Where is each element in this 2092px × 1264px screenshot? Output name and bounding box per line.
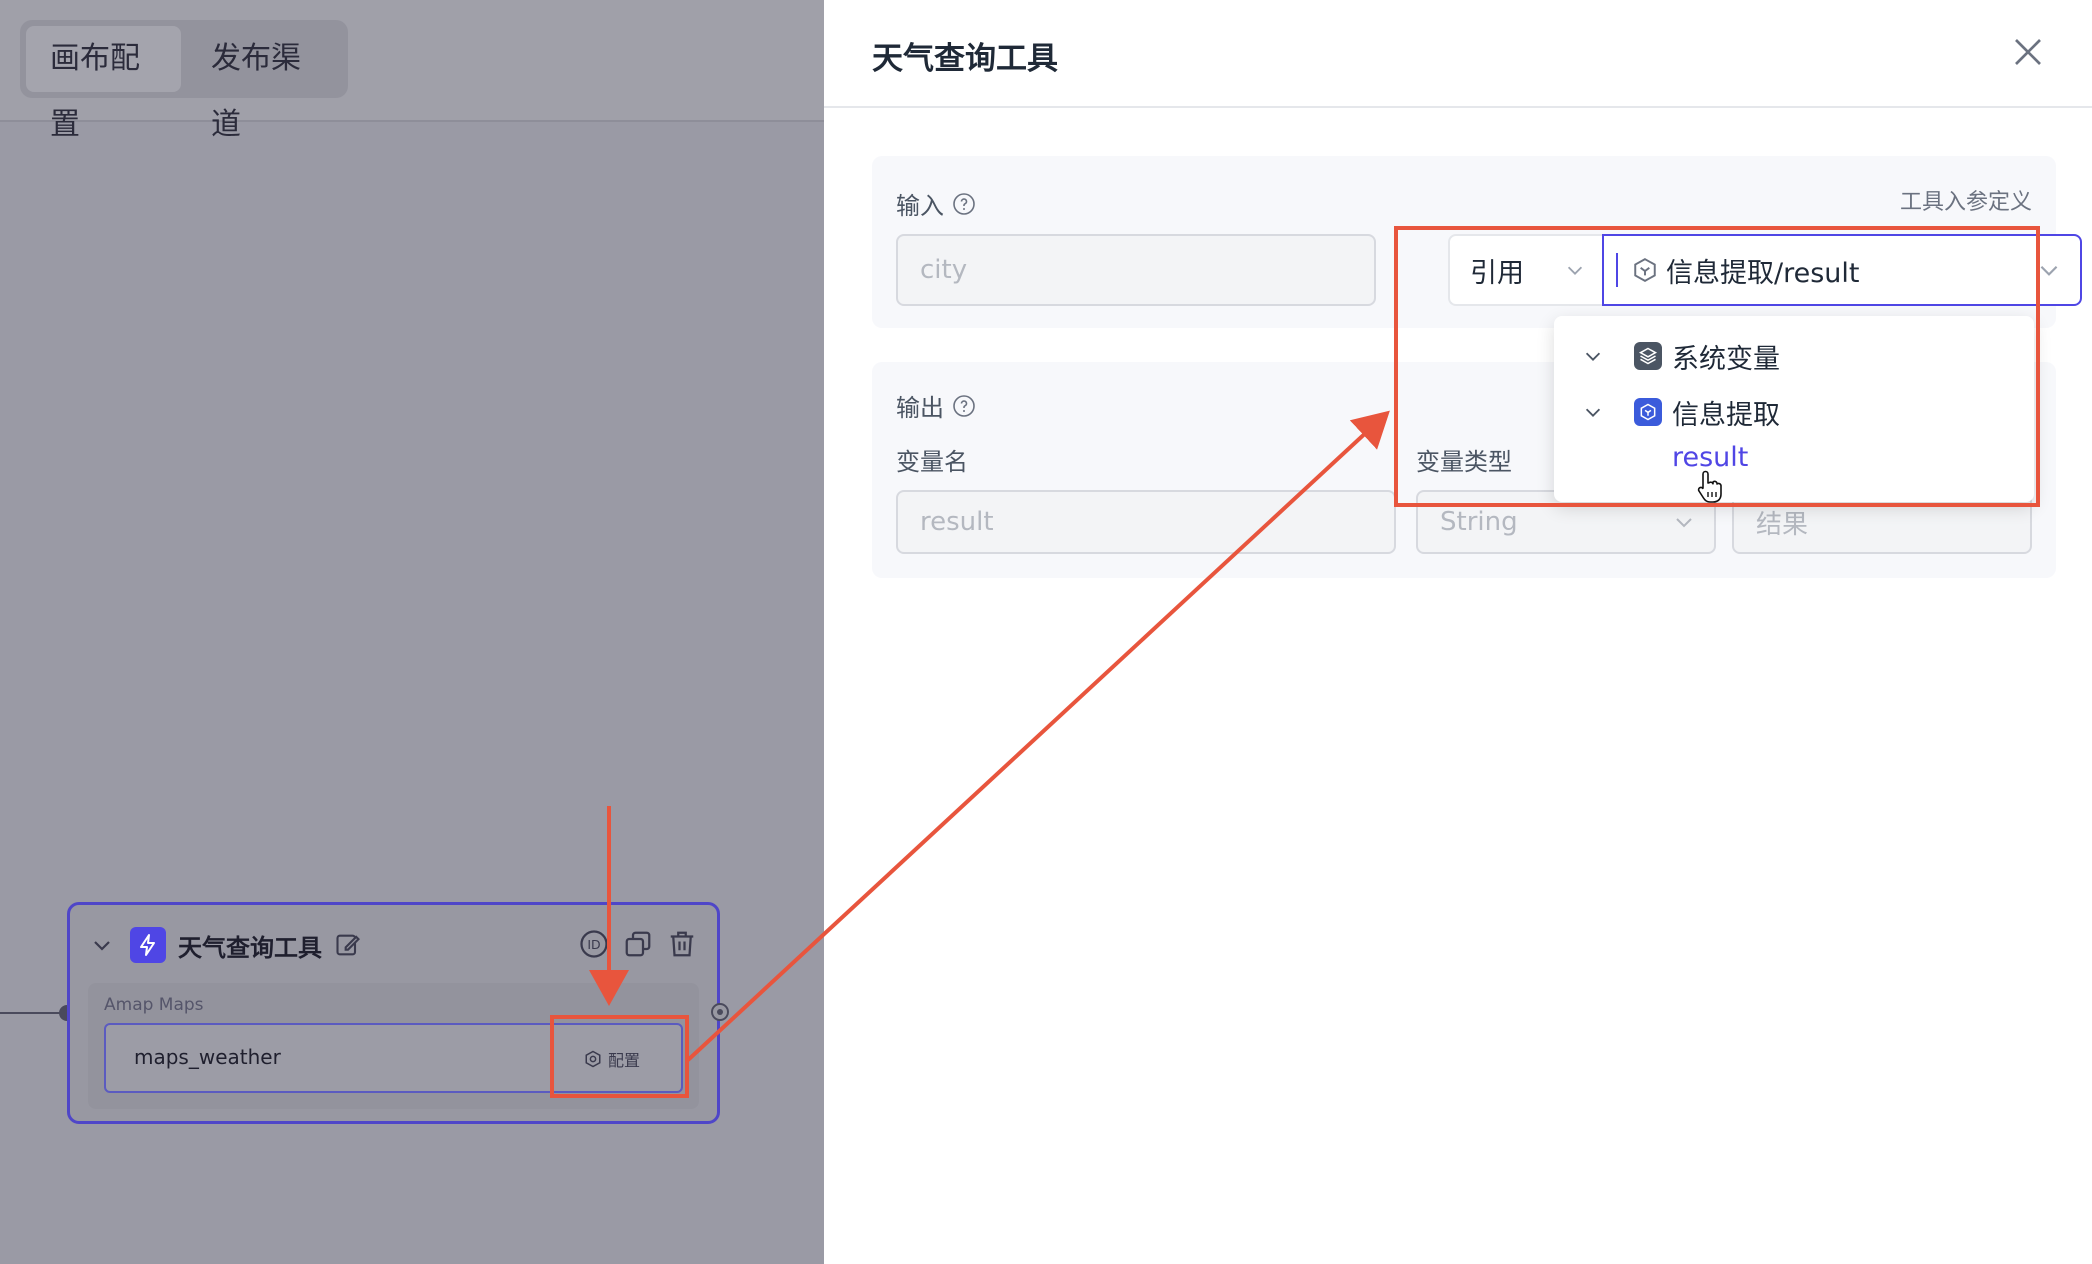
svg-text:ID: ID xyxy=(587,937,600,952)
output-label: 输出 xyxy=(896,394,944,422)
chevron-down-icon[interactable] xyxy=(1582,345,1604,367)
trash-icon[interactable] xyxy=(667,929,697,959)
node-output-port[interactable] xyxy=(711,1003,729,1021)
help-icon[interactable] xyxy=(952,394,976,418)
drawer-title: 天气查询工具 xyxy=(872,41,1058,77)
cube-icon xyxy=(1634,258,1656,282)
layers-icon xyxy=(1634,342,1662,370)
input-section: 输入 工具入参定义 city 引用 信息提取/result xyxy=(872,156,2082,328)
tree-group-label: 系统变量 xyxy=(1672,343,1780,375)
edit-icon[interactable] xyxy=(334,931,362,959)
text-cursor xyxy=(1616,253,1618,287)
config-label: 配置 xyxy=(607,1051,640,1070)
config-button[interactable]: 配置 xyxy=(553,1035,671,1083)
var-name-field: result xyxy=(896,490,1396,554)
top-tabs: 画布配置 发布渠道 xyxy=(20,20,348,142)
chevron-down-icon[interactable] xyxy=(90,933,114,957)
input-label-group: 输入 xyxy=(896,186,976,221)
output-label-group: 输出 xyxy=(896,388,976,423)
id-icon[interactable]: ID xyxy=(579,929,609,959)
ref-mode-value: 引用 xyxy=(1470,257,1524,289)
config-drawer: 天气查询工具 输入 工具入参定义 city 引用 信息提取/result 输出 … xyxy=(824,0,2092,1264)
tree-group-label: 信息提取 xyxy=(1672,399,1780,431)
canvas-header: 画布配置 发布渠道 xyxy=(0,0,824,142)
tool-param-definition-link[interactable]: 工具入参定义 xyxy=(1900,184,2032,216)
tab-canvas-config[interactable]: 画布配置 xyxy=(26,26,181,142)
tool-row[interactable]: maps_weather 配置 xyxy=(104,1023,683,1093)
param-name-field: city xyxy=(896,234,1376,306)
help-icon[interactable] xyxy=(952,192,976,216)
variable-select-value: 信息提取/result xyxy=(1666,257,1860,289)
tab-publish-channel[interactable]: 发布渠道 xyxy=(187,26,342,142)
settings-icon xyxy=(585,1050,601,1068)
node-title: 天气查询工具 xyxy=(178,933,322,962)
col-var-name: 变量名 xyxy=(896,448,968,476)
tree-group-system-vars[interactable]: 系统变量 xyxy=(1554,330,2034,382)
incoming-edge xyxy=(0,1012,60,1014)
var-type-value: String xyxy=(1440,507,1518,537)
drawer-header: 天气查询工具 xyxy=(824,0,2092,108)
variable-dropdown: 系统变量 信息提取 result xyxy=(1554,316,2034,503)
var-desc-value: 结果 xyxy=(1756,509,1809,540)
tree-group-info-extract[interactable]: 信息提取 xyxy=(1554,386,2034,438)
hand-cursor-icon xyxy=(1697,470,1722,503)
variable-select[interactable]: 信息提取/result xyxy=(1602,234,2082,306)
tool-name: maps_weather xyxy=(134,1045,281,1069)
ref-mode-select[interactable]: 引用 xyxy=(1448,234,1602,306)
col-var-type: 变量类型 xyxy=(1416,448,1512,476)
lightning-icon xyxy=(130,927,166,963)
node-subtitle: Amap Maps xyxy=(104,995,204,1015)
node-header: 天气查询工具 ID xyxy=(90,925,697,965)
node-actions: ID xyxy=(579,929,697,959)
input-label: 输入 xyxy=(896,192,944,220)
chevron-down-icon xyxy=(1567,266,1583,275)
workflow-canvas: 画布配置 发布渠道 天气查询工具 ID Amap Maps maps_weath… xyxy=(0,0,824,1264)
cube-icon xyxy=(1634,398,1662,426)
close-icon[interactable] xyxy=(2010,34,2046,70)
node-body: Amap Maps maps_weather 配置 xyxy=(88,983,699,1109)
tool-node[interactable]: 天气查询工具 ID Amap Maps maps_weather 配置 xyxy=(67,902,720,1124)
chevron-down-icon[interactable] xyxy=(1582,401,1604,423)
copy-icon[interactable] xyxy=(623,929,653,959)
param-name-value: city xyxy=(920,255,968,285)
chevron-down-icon xyxy=(2040,265,2058,276)
chevron-down-icon xyxy=(1676,518,1692,528)
var-name-value: result xyxy=(920,507,994,537)
